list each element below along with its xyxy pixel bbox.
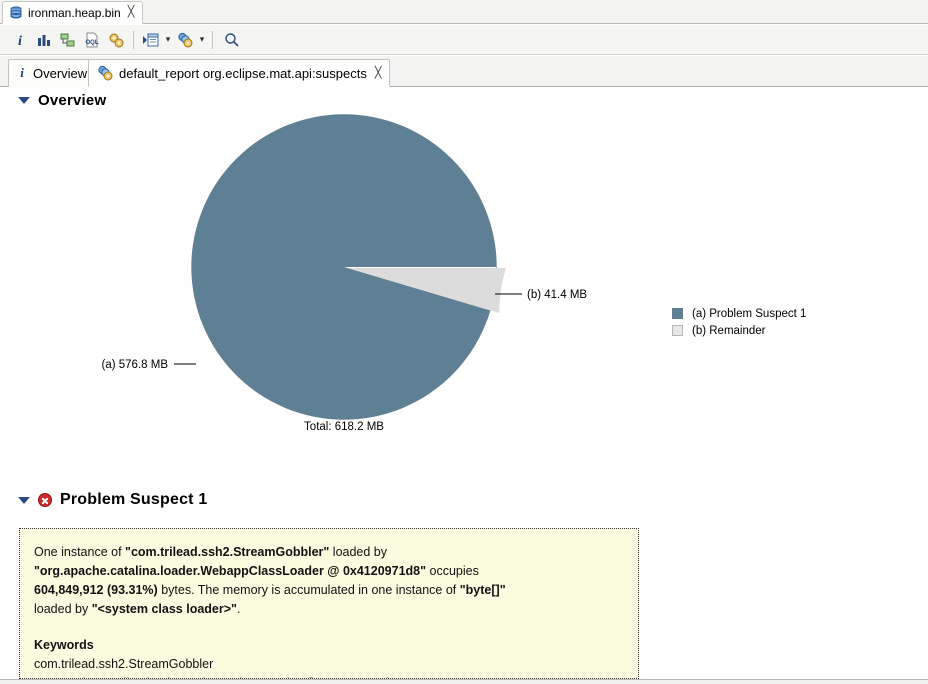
dominator-tree-icon[interactable]	[56, 29, 80, 51]
desc-line1-c: loaded by	[329, 545, 387, 559]
error-icon	[38, 493, 52, 507]
report-content: Overview (a) 576.8 MB (b) 41.4 MB Total:…	[0, 87, 928, 679]
desc-bytes-value: 604,849,912 (93.31%)	[34, 583, 158, 597]
legend-item-b[interactable]: (b) Remainder	[672, 322, 806, 339]
pie-callout-a: (a) 576.8 MB	[102, 359, 169, 371]
svg-text:i: i	[18, 34, 22, 48]
pie-legend: (a) Problem Suspect 1 (b) Remainder	[672, 305, 806, 339]
close-icon[interactable]: ╳	[128, 7, 135, 18]
pie-chart: (a) 576.8 MB (b) 41.4 MB Total: 618.2 MB…	[0, 107, 928, 487]
pie-callout-b: (b) 41.4 MB	[527, 289, 587, 301]
svg-text:OQL: OQL	[86, 40, 99, 46]
legend-swatch-a	[672, 308, 683, 319]
close-icon[interactable]: ╳	[375, 67, 382, 79]
run-expert-system-icon[interactable]	[104, 29, 128, 51]
report-tab-bar: i Overview default_report org.eclipse.ma…	[0, 56, 928, 87]
toolbar-separator-2	[212, 30, 213, 49]
desc-line2-b: occupies	[426, 564, 479, 578]
legend-label-b: (b) Remainder	[692, 324, 766, 337]
run-report-dropdown-arrow[interactable]: ▾	[197, 29, 207, 51]
desc-byte-array: "byte[]"	[459, 583, 506, 597]
histogram-icon[interactable]	[32, 29, 56, 51]
report-icon	[97, 65, 113, 81]
keyword-item: com.trilead.ssh2.StreamGobbler	[34, 657, 214, 671]
search-icon[interactable]	[220, 29, 244, 51]
problem-suspect-title: Problem Suspect 1	[60, 491, 208, 508]
desc-line4-a: loaded by	[34, 602, 92, 616]
desc-line1-a: One instance of	[34, 545, 126, 559]
run-report-icon[interactable]	[173, 29, 197, 51]
desc-system-loader: "<system class loader>"	[91, 602, 237, 616]
desc-line3-b: bytes. The memory is accumulated in one …	[157, 583, 460, 597]
heap-dump-tab[interactable]: ironman.heap.bin ╳	[2, 1, 144, 24]
keywords-title: Keywords	[34, 638, 94, 652]
svg-text:i: i	[20, 65, 24, 79]
tab-default-report[interactable]: default_report org.eclipse.mat.api:suspe…	[88, 59, 391, 87]
tab-overview[interactable]: i Overview	[8, 59, 97, 87]
legend-item-a[interactable]: (a) Problem Suspect 1	[672, 305, 806, 322]
desc-line4-c: .	[236, 602, 241, 616]
chevron-down-icon[interactable]	[18, 496, 30, 504]
tab-default-report-label: default_report org.eclipse.mat.api:suspe…	[119, 65, 367, 81]
desc-class-name: "com.trilead.ssh2.StreamGobbler"	[125, 545, 330, 559]
pie-chart-svg: (a) 576.8 MB (b) 41.4 MB	[102, 114, 587, 420]
info-icon: i	[17, 65, 27, 82]
legend-swatch-b	[672, 325, 683, 336]
status-bar	[0, 679, 928, 684]
toolbar-separator-1	[133, 30, 134, 49]
tab-overview-label: Overview	[33, 66, 88, 81]
open-query-browser-icon[interactable]	[139, 29, 163, 51]
description-paragraph: One instance of "com.trilead.ssh2.Stream…	[34, 543, 622, 619]
editor-tab-strip: ironman.heap.bin ╳	[0, 0, 928, 24]
oql-icon[interactable]: OQL	[80, 29, 104, 51]
heap-dump-tab-label: ironman.heap.bin	[28, 5, 121, 20]
pie-total-label: Total: 618.2 MB	[304, 421, 384, 433]
heap-dump-icon	[9, 6, 23, 20]
toolbar: i OQL ▾ ▾	[0, 25, 928, 55]
info-icon[interactable]: i	[8, 29, 32, 51]
chevron-down-icon[interactable]	[18, 97, 30, 104]
section-header-problem-suspect[interactable]: Problem Suspect 1	[0, 491, 207, 509]
desc-classloader-name: "org.apache.catalina.loader.WebappClassL…	[34, 564, 427, 578]
open-query-browser-dropdown-arrow[interactable]: ▾	[163, 29, 173, 51]
legend-label-a: (a) Problem Suspect 1	[692, 307, 807, 320]
problem-description-box: One instance of "com.trilead.ssh2.Stream…	[19, 528, 639, 679]
